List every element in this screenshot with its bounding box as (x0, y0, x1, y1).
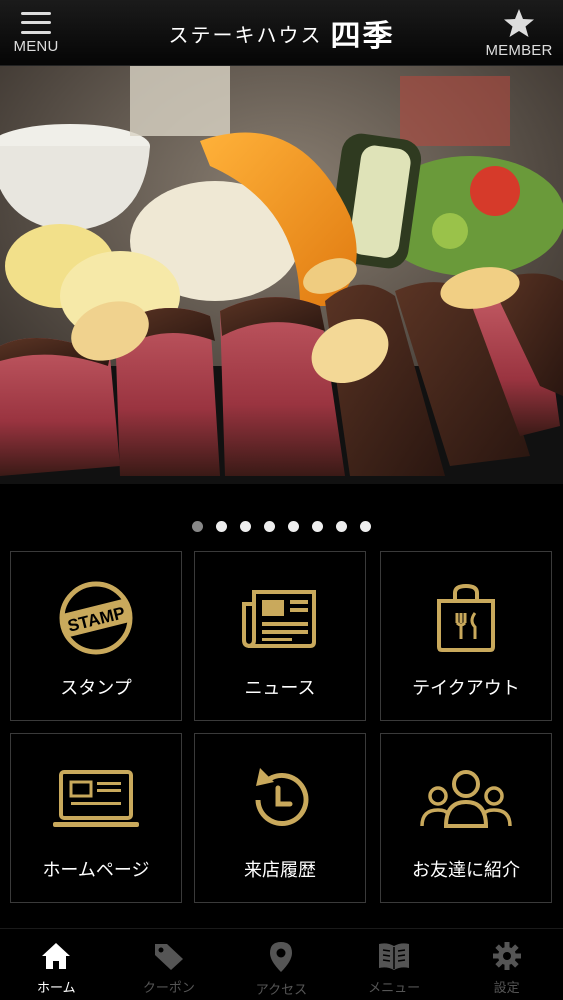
tile-label: スタンプ (60, 678, 132, 699)
pager-dot[interactable] (192, 521, 203, 532)
nav-access[interactable]: アクセス (225, 929, 338, 1000)
tile-label: 来店履歴 (244, 860, 316, 881)
nav-home[interactable]: ホーム (0, 929, 113, 1000)
hero-image-steak[interactable] (0, 66, 563, 484)
tile-refer-friends[interactable]: お友達に紹介 (380, 733, 552, 903)
member-label: MEMBER (485, 41, 553, 59)
tile-homepage[interactable]: ホームページ (10, 733, 182, 903)
tile-label: テイクアウト (412, 678, 520, 699)
nav-label: メニュー (368, 981, 421, 996)
hamburger-icon (21, 11, 51, 34)
menu-button[interactable]: MENU (8, 0, 64, 66)
map-pin-icon (270, 942, 293, 972)
nav-label: アクセス (255, 983, 308, 998)
coupon-tag-icon (154, 944, 183, 970)
pager-dot[interactable] (216, 521, 227, 532)
tile-news[interactable]: ニュース (194, 551, 366, 721)
title-brand: 四季 (330, 19, 395, 54)
bottom-nav: ホーム クーポン アクセス メニュー 設定 (0, 928, 563, 1000)
app-title: ステーキハウス 四季 (100, 0, 463, 66)
member-button[interactable]: MEMBER (483, 0, 555, 66)
pager-dot[interactable] (240, 521, 251, 532)
friends-icon (418, 760, 514, 840)
menu-book-icon (379, 943, 410, 970)
nav-label: ホーム (36, 981, 76, 996)
tile-stamp[interactable]: STAMP スタンプ (10, 551, 182, 721)
tile-label: ホームページ (42, 860, 150, 881)
title-text: ステーキハウス (168, 22, 323, 47)
pager-dot[interactable] (312, 521, 323, 532)
tile-visit-history[interactable]: 来店履歴 (194, 733, 366, 903)
pager-dot[interactable] (360, 521, 371, 532)
tile-takeout[interactable]: テイクアウト (380, 551, 552, 721)
laptop-icon (51, 760, 141, 840)
app-header: MENU ステーキハウス 四季 MEMBER (0, 0, 563, 66)
newspaper-icon (240, 578, 320, 658)
star-icon (504, 8, 534, 37)
stamp-icon: STAMP (58, 578, 134, 658)
pager-dot[interactable] (336, 521, 347, 532)
takeout-bag-icon (433, 578, 499, 658)
carousel-pager[interactable] (0, 521, 563, 535)
menu-label: MENU (13, 37, 59, 55)
nav-settings[interactable]: 設定 (450, 929, 563, 1000)
tile-label: お友達に紹介 (412, 860, 520, 881)
nav-label: 設定 (493, 981, 520, 996)
tile-label: ニュース (244, 678, 316, 699)
nav-menu[interactable]: メニュー (338, 929, 451, 1000)
home-icon (42, 943, 71, 969)
pager-dot[interactable] (288, 521, 299, 532)
nav-coupon[interactable]: クーポン (113, 929, 226, 1000)
gear-icon (492, 942, 521, 970)
history-icon (244, 760, 316, 840)
nav-label: クーポン (142, 981, 195, 996)
pager-dot[interactable] (264, 521, 275, 532)
